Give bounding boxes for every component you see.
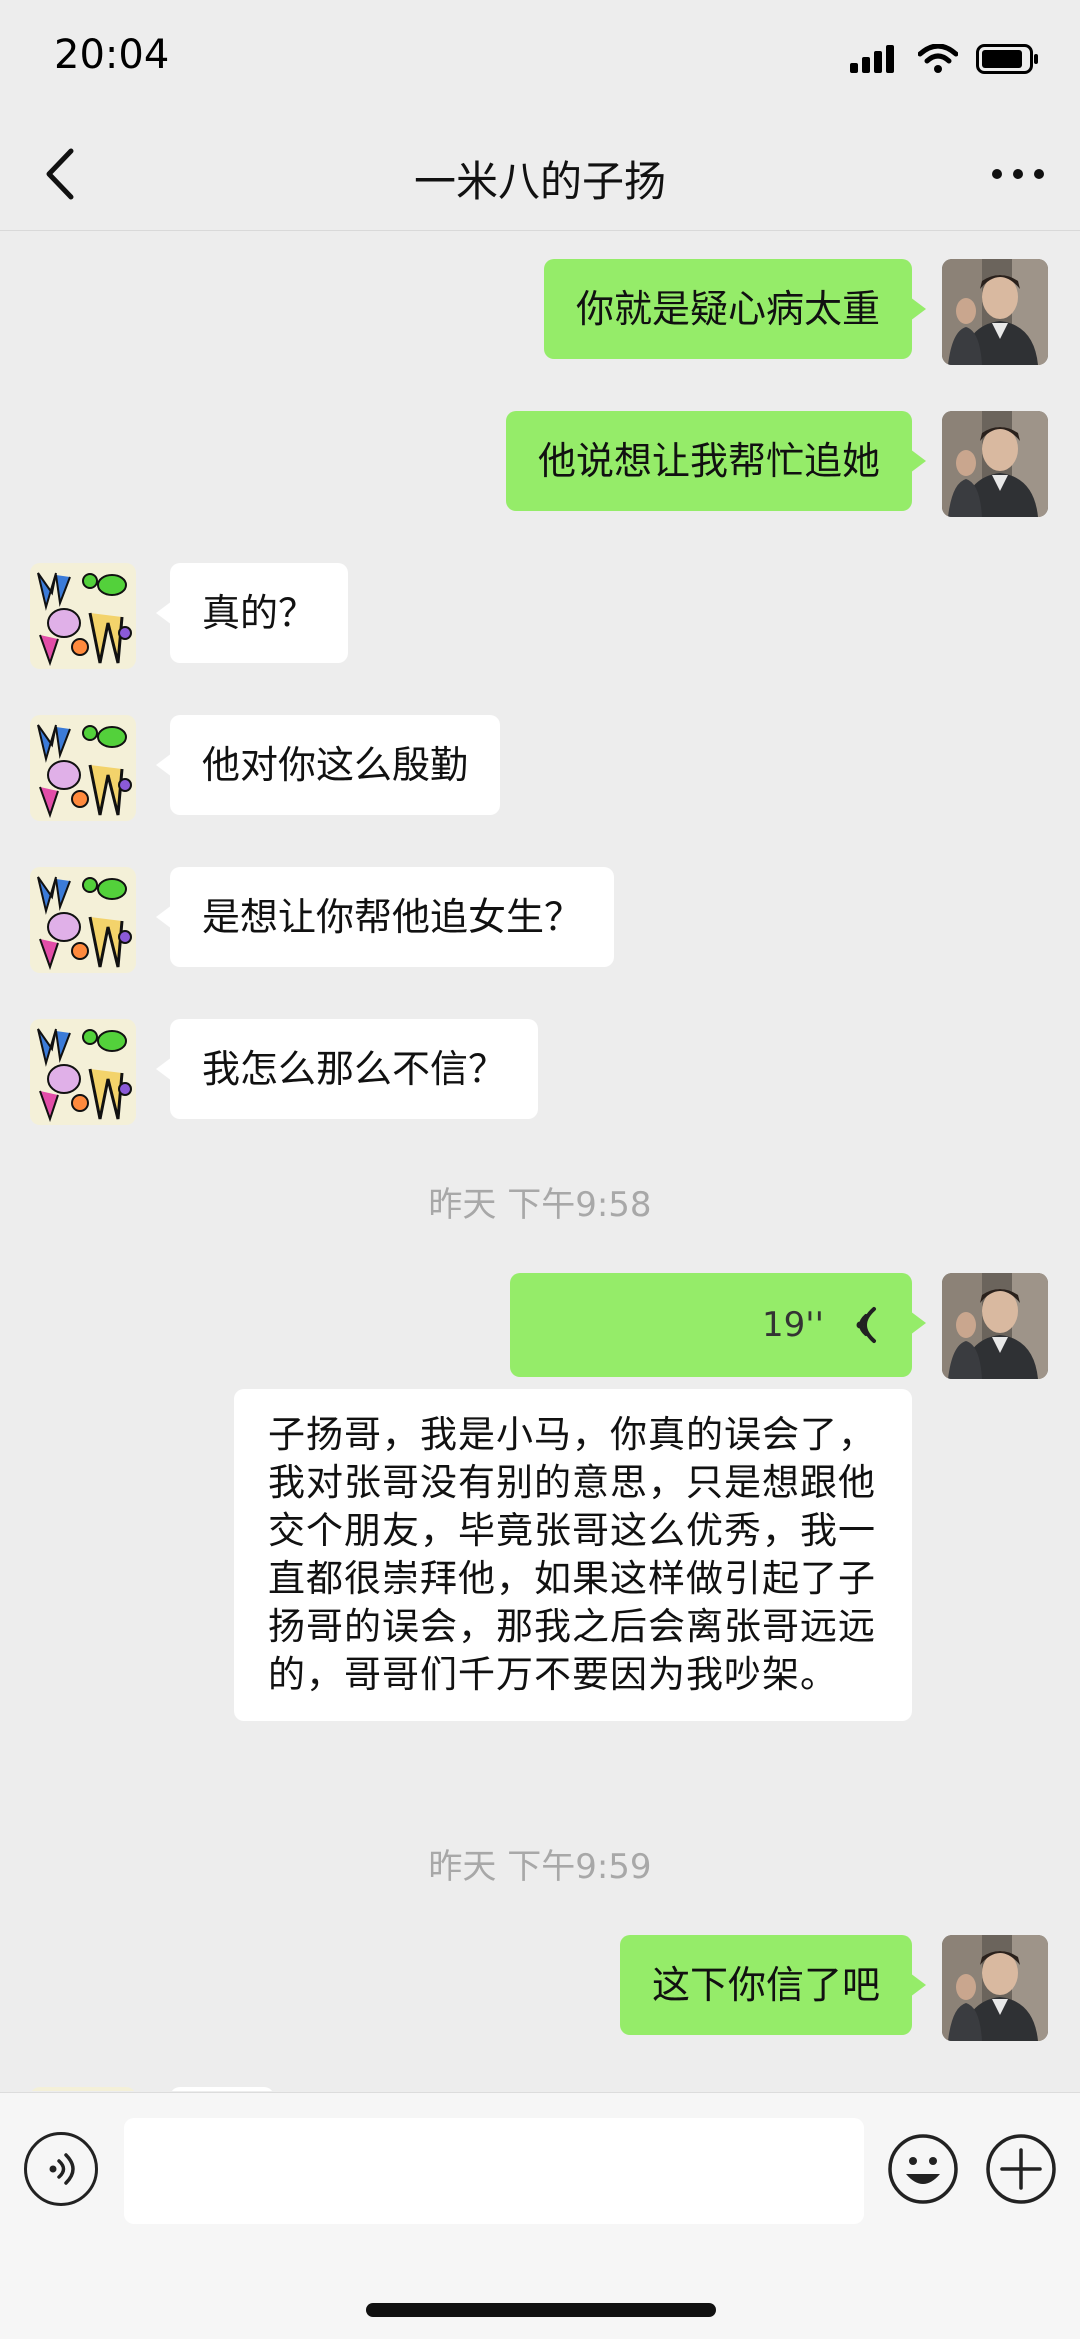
message-bubble-out[interactable]: 他说想让我帮忙追她: [505, 411, 927, 511]
self-avatar[interactable]: [942, 1273, 1048, 1379]
message-bubble-in[interactable]: 是想让你帮他追女生？: [155, 867, 615, 967]
emoji-button[interactable]: [886, 2132, 960, 2206]
chat-header: 一米八的子扬: [0, 120, 1080, 231]
voice-input-button[interactable]: [24, 2132, 98, 2206]
message-bubble-out[interactable]: 你就是疑心病太重: [543, 259, 927, 359]
chat-title: 一米八的子扬: [413, 157, 666, 206]
voice-message-bubble[interactable]: 19'': [510, 1273, 926, 1377]
wifi-icon: [918, 44, 958, 73]
home-indicator: [366, 2303, 716, 2317]
status-icons: [850, 44, 1040, 74]
contact-avatar[interactable]: [30, 2087, 136, 2091]
message-bubble-out[interactable]: 这下你信了吧: [619, 1935, 927, 2035]
voice-transcript[interactable]: 子扬哥，我是小马，你真的误会了，我对张哥没有别的意思，只是想跟他交个朋友，毕竟张…: [234, 1389, 912, 1721]
voice-duration: 19'': [762, 1305, 824, 1345]
plus-button[interactable]: [984, 2132, 1058, 2206]
battery-icon: [976, 44, 1038, 74]
message-bubble-in[interactable]: 他对你这么殷勤: [155, 715, 501, 815]
more-dots-icon: [992, 169, 1044, 179]
self-avatar[interactable]: [942, 411, 1048, 517]
contact-avatar[interactable]: [30, 1019, 136, 1125]
more-options-button[interactable]: [978, 144, 1058, 204]
contact-avatar[interactable]: [30, 563, 136, 669]
message-bubble-in[interactable]: 我怎么那么不信？: [155, 1019, 539, 1119]
contact-avatar[interactable]: [30, 715, 136, 821]
message-bubble-in[interactable]: 真的？: [155, 563, 349, 663]
signal-icon: [850, 45, 894, 73]
contact-avatar[interactable]: [30, 867, 136, 973]
voice-wave-icon: [856, 1307, 876, 1343]
self-avatar[interactable]: [942, 259, 1048, 365]
status-time: 20:04: [54, 32, 170, 78]
chat-messages[interactable]: 你就是疑心病太重 他说想让我帮忙追她 真的？ 他对你这么殷勤 是想让你帮他追女生…: [0, 231, 1080, 2091]
voice-icon: [49, 2153, 75, 2185]
message-timestamp: 昨天 下午9:58: [428, 1185, 652, 1225]
status-bar: 20:04: [0, 0, 1080, 120]
message-timestamp: 昨天 下午9:59: [428, 1847, 652, 1887]
message-input[interactable]: [124, 2118, 864, 2224]
self-avatar[interactable]: [942, 1935, 1048, 2041]
message-bubble-in[interactable]: [170, 2087, 274, 2091]
